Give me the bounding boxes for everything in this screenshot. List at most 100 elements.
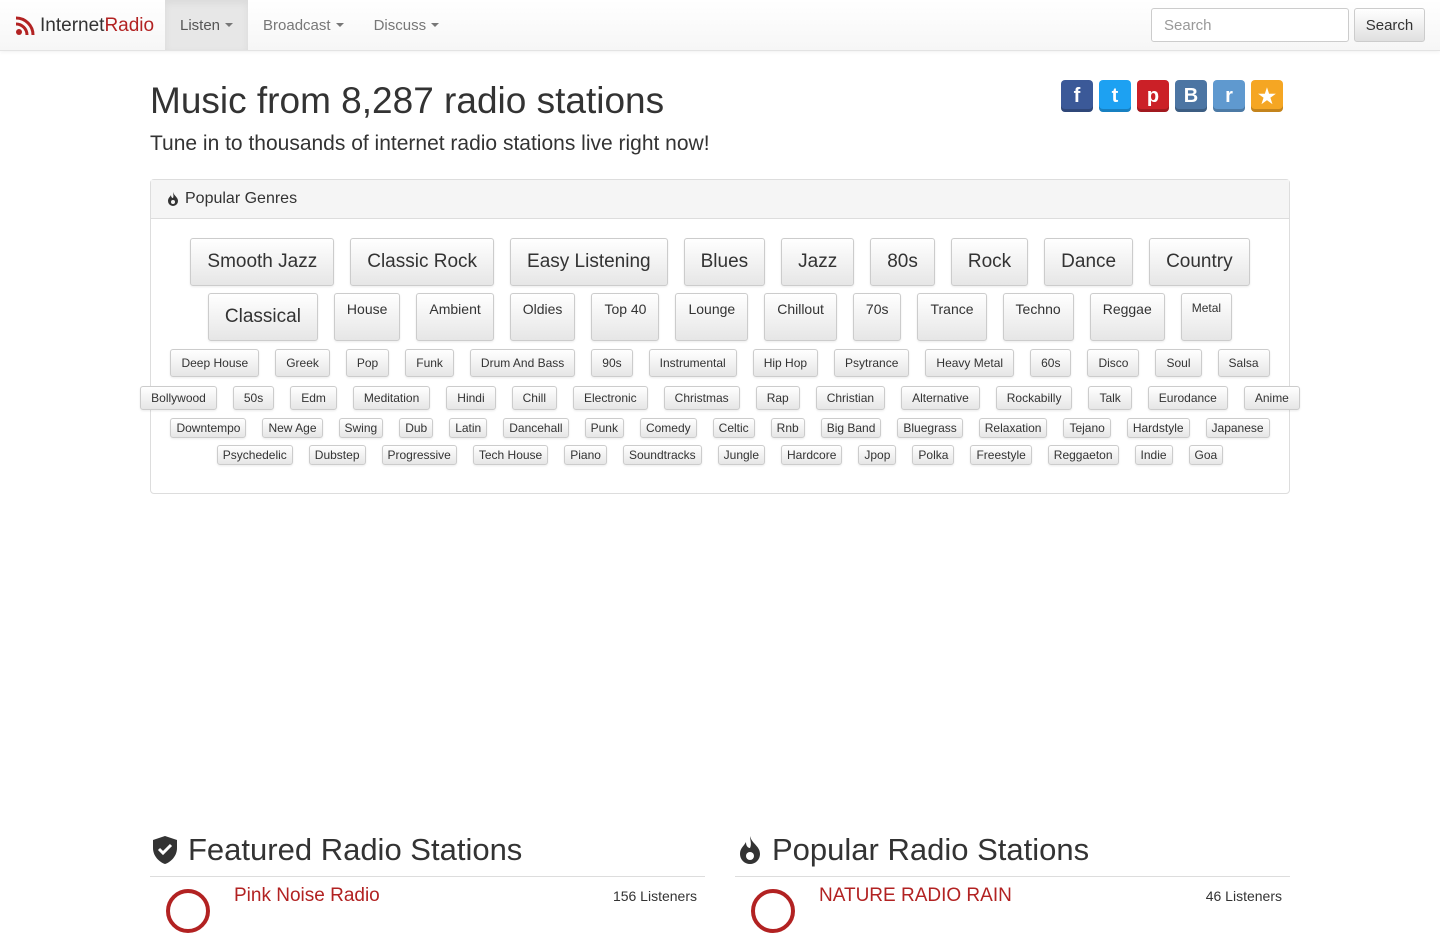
genre-tag[interactable]: Chillout xyxy=(764,293,837,341)
genre-tag[interactable]: Dance xyxy=(1044,238,1134,286)
genre-tag[interactable]: Celtic xyxy=(712,418,755,438)
genre-row: Smooth Jazz Classic Rock Easy Listening Blu… xyxy=(163,238,1277,286)
genre-tag[interactable]: Polka xyxy=(912,445,955,465)
genre-tag[interactable]: Punk xyxy=(584,418,624,438)
pinterest-icon[interactable]: p xyxy=(1137,80,1169,112)
genre-row: Downtempo New Age Swing Dub Latin Dancehall Pu… xyxy=(163,418,1277,438)
genre-tag[interactable]: Lounge xyxy=(675,293,749,341)
genre-tag[interactable]: Rockabilly xyxy=(995,386,1073,410)
genre-tag[interactable]: 80s xyxy=(870,238,935,286)
genre-tag[interactable]: Indie xyxy=(1134,445,1173,465)
genre-tag[interactable]: Tejano xyxy=(1063,418,1111,438)
star-icon[interactable]: ★ xyxy=(1251,80,1283,112)
genre-tag[interactable]: House xyxy=(333,293,401,341)
genre-tag[interactable]: Classic Rock xyxy=(350,238,495,286)
genre-tag[interactable]: Jazz xyxy=(781,238,855,286)
genre-tag[interactable]: Talk xyxy=(1088,386,1132,410)
genre-tag[interactable]: Hardstyle xyxy=(1126,418,1190,438)
genre-tag[interactable]: Psychedelic xyxy=(216,445,293,465)
genre-tag[interactable]: Comedy xyxy=(639,418,697,438)
genre-tag[interactable]: Blues xyxy=(683,238,766,286)
genre-tag[interactable]: Anime xyxy=(1243,386,1300,410)
genre-tag[interactable]: Funk xyxy=(405,349,454,377)
genre-tag[interactable]: Goa xyxy=(1188,445,1224,465)
genre-tag[interactable]: Psytrance xyxy=(834,349,910,377)
featured-station-item[interactable]: Pink Noise Radio 156 Listeners xyxy=(150,876,705,933)
genre-tag[interactable]: Soul xyxy=(1155,349,1202,377)
nav-listen[interactable]: Listen xyxy=(165,0,249,50)
genre-tag[interactable]: Soundtracks xyxy=(622,445,702,465)
station-name[interactable]: NATURE RADIO RAIN xyxy=(819,885,1012,907)
genre-tag[interactable]: Eurodance xyxy=(1147,386,1228,410)
genre-tag[interactable]: 50s xyxy=(232,386,275,410)
nav-broadcast[interactable]: Broadcast xyxy=(248,0,359,50)
genre-tag[interactable]: Disco xyxy=(1087,349,1140,377)
popular-station-item[interactable]: NATURE RADIO RAIN 46 Listeners xyxy=(735,876,1290,933)
shield-check-icon xyxy=(153,836,177,864)
genre-tag[interactable]: Freestyle xyxy=(970,445,1032,465)
genre-tag[interactable]: Salsa xyxy=(1217,349,1270,377)
genre-tag[interactable]: Latin xyxy=(449,418,488,438)
reddit-icon[interactable]: r xyxy=(1213,80,1245,112)
genre-tag[interactable]: Bollywood xyxy=(140,386,217,410)
genre-tag[interactable]: Rnb xyxy=(770,418,805,438)
genre-tag[interactable]: Christian xyxy=(815,386,886,410)
genre-tag[interactable]: Meditation xyxy=(352,386,431,410)
genre-tag[interactable]: Techno xyxy=(1002,293,1074,341)
genre-tag[interactable]: Hip Hop xyxy=(752,349,819,377)
genre-tag[interactable]: Swing xyxy=(338,418,384,438)
genre-tag[interactable]: Edm xyxy=(290,386,337,410)
genre-tag[interactable]: Classical xyxy=(207,293,318,341)
genre-tag[interactable]: Instrumental xyxy=(648,349,737,377)
genre-tag[interactable]: 90s xyxy=(591,349,633,377)
genre-tag[interactable]: 70s xyxy=(852,293,902,341)
genre-tag[interactable]: Ambient xyxy=(416,293,494,341)
genre-tag[interactable]: Chill xyxy=(511,386,557,410)
brand-logo[interactable]: Internet Radio xyxy=(14,14,154,38)
genre-tag[interactable]: Christmas xyxy=(663,386,740,410)
genre-tag[interactable]: Country xyxy=(1149,238,1250,286)
genre-tag[interactable]: Downtempo xyxy=(170,418,247,438)
genre-tag[interactable]: Rock xyxy=(950,238,1029,286)
genre-tag[interactable]: Dubstep xyxy=(308,445,366,465)
genre-tag[interactable]: Reggaeton xyxy=(1047,445,1119,465)
genre-tag[interactable]: Piano xyxy=(564,445,607,465)
facebook-icon[interactable]: f xyxy=(1061,80,1093,112)
genre-tag[interactable]: Big Band xyxy=(820,418,882,438)
genre-tag[interactable]: Progressive xyxy=(381,445,457,465)
genre-tag[interactable]: Reggae xyxy=(1089,293,1165,341)
genre-tag[interactable]: Jpop xyxy=(858,445,897,465)
genre-tag[interactable]: Dancehall xyxy=(503,418,569,438)
genre-tag[interactable]: Heavy Metal xyxy=(925,349,1015,377)
genre-tag[interactable]: Smooth Jazz xyxy=(190,238,335,286)
chevron-down-icon xyxy=(335,23,344,27)
twitter-icon[interactable]: t xyxy=(1099,80,1131,112)
genre-tag[interactable]: Pop xyxy=(345,349,390,377)
vk-icon[interactable]: B xyxy=(1175,80,1207,112)
genre-tag[interactable]: Hardcore xyxy=(781,445,843,465)
search-button[interactable]: Search xyxy=(1354,8,1425,42)
genre-tag[interactable]: Hindi xyxy=(446,386,496,410)
genre-tag[interactable]: Trance xyxy=(917,293,987,341)
genre-tag[interactable]: Top 40 xyxy=(591,293,660,341)
genre-tag[interactable]: Deep House xyxy=(170,349,260,377)
genre-tag[interactable]: Dub xyxy=(399,418,434,438)
genre-tag[interactable]: Drum And Bass xyxy=(469,349,576,377)
station-name[interactable]: Pink Noise Radio xyxy=(234,885,380,907)
search-input[interactable] xyxy=(1151,8,1349,42)
genre-tag[interactable]: Alternative xyxy=(901,386,980,410)
genre-tag[interactable]: New Age xyxy=(262,418,323,438)
genre-tag[interactable]: Relaxation xyxy=(978,418,1048,438)
genre-tag[interactable]: Easy Listening xyxy=(510,238,668,286)
genre-tag[interactable]: Jungle xyxy=(717,445,766,465)
genre-tag[interactable]: Tech House xyxy=(472,445,549,465)
genre-tag[interactable]: Japanese xyxy=(1205,418,1270,438)
genre-tag[interactable]: Metal xyxy=(1180,293,1233,341)
genre-tag[interactable]: Oldies xyxy=(509,293,576,341)
genre-tag[interactable]: Electronic xyxy=(572,386,648,410)
genre-tag[interactable]: Greek xyxy=(275,349,330,377)
genre-tag[interactable]: Rap xyxy=(755,386,800,410)
nav-discuss[interactable]: Discuss xyxy=(359,0,455,50)
genre-tag[interactable]: 60s xyxy=(1030,349,1072,377)
genre-tag[interactable]: Bluegrass xyxy=(897,418,963,438)
